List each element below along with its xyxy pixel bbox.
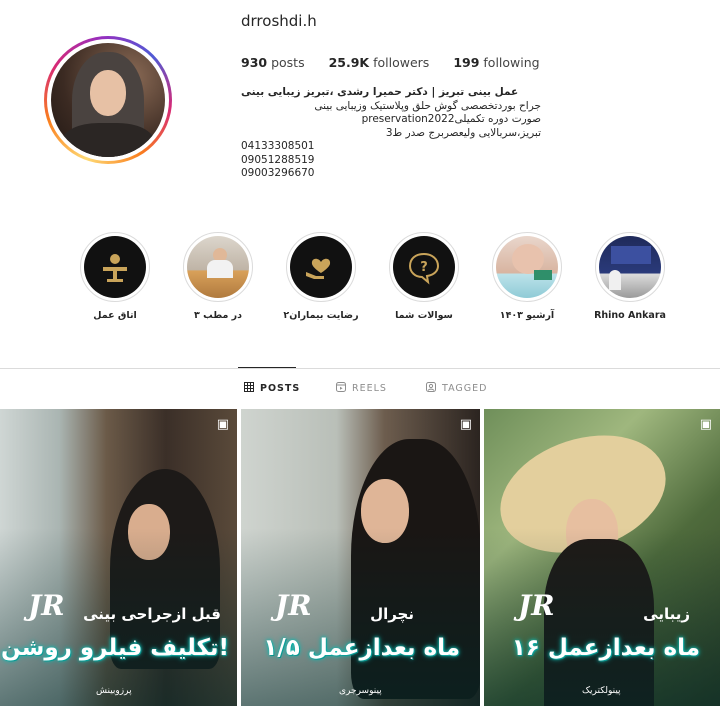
- following-stat[interactable]: 199 following: [453, 55, 539, 70]
- highlight-ring[interactable]: [183, 232, 253, 302]
- bio-name: عمل بینی تبریز | دکتر حمیرا رشدی ،تبریز …: [241, 86, 519, 98]
- highlight-label: اتاق عمل: [93, 310, 137, 321]
- profile-stats: 930 posts 25.9K followers 199 following: [241, 55, 564, 70]
- reel-icon: ▣: [216, 417, 229, 432]
- followers-stat[interactable]: 25.9K followers: [329, 55, 430, 70]
- post-tile[interactable]: ▣ JR قبل ازجراحی بینی تکلیف فیلرو روشن ک…: [0, 409, 237, 706]
- highlight-ring[interactable]: [80, 232, 150, 302]
- post-caption-footer: پرزوبینش: [96, 686, 132, 696]
- reel-icon: ▣: [699, 417, 712, 432]
- highlight-label: رضایت بیماران۲: [283, 310, 359, 321]
- post-tile[interactable]: ▣ JR نچرال ۱/۵ ماه بعدازعمل پینوسرجری: [241, 409, 480, 706]
- highlight-item[interactable]: آرشیو ۱۴۰۳: [482, 232, 572, 321]
- grid-icon: [244, 382, 254, 395]
- highlight-label: Rhino Ankara: [594, 310, 666, 321]
- highlight-item[interactable]: در مطب ۳: [173, 232, 263, 321]
- story-highlights: اتاق عمل در مطب ۳ رضایت بیماران۲ ? سوالا…: [0, 232, 720, 332]
- post-caption-small: قبل ازجراحی بینی: [83, 605, 221, 623]
- highlight-item[interactable]: رضایت بیماران۲: [276, 232, 366, 321]
- following-label[interactable]: following: [483, 55, 539, 70]
- active-tab-indicator: [238, 367, 296, 368]
- posts-count: 930: [241, 55, 268, 70]
- posts-stat: 930 posts: [241, 55, 305, 70]
- archive-photo: [496, 236, 558, 298]
- highlight-ring[interactable]: [286, 232, 356, 302]
- posts-label: posts: [271, 55, 305, 70]
- tab-posts[interactable]: POSTS: [244, 382, 300, 395]
- post-caption-small: نچرال: [370, 605, 414, 623]
- profile-tabs: POSTS REELS TAGGED: [0, 382, 720, 398]
- heart-hands-icon: [290, 236, 352, 298]
- post-tile[interactable]: ▣ JR زیبایی ۱۶ ماه بعدازعمل پینولکتریک: [484, 409, 720, 706]
- highlight-ring[interactable]: ?: [389, 232, 459, 302]
- highlight-label: سوالات شما: [395, 310, 453, 321]
- archive-label-shape: [534, 270, 552, 280]
- bio-phone: 09051288519: [241, 153, 315, 166]
- followers-label[interactable]: followers: [373, 55, 429, 70]
- highlight-label: آرشیو ۱۴۰۳: [499, 310, 555, 321]
- tab-tagged-label[interactable]: TAGGED: [442, 383, 487, 394]
- post-caption-big: تکلیف فیلرو روشن کن!: [0, 635, 229, 661]
- clinic-monogram-logo: JR: [28, 589, 65, 622]
- bio-phone: 04133308501: [241, 140, 315, 152]
- bio-line: جراح بوردتخصصی گوش حلق وپلاستیک وزیبایی …: [314, 99, 541, 112]
- conference-screen-shape: [611, 246, 651, 264]
- tabs-divider: [0, 368, 720, 369]
- post-caption-big: ۱/۵ ماه بعدازعمل: [263, 635, 460, 661]
- highlight-item[interactable]: ? سوالات شما: [379, 232, 469, 321]
- bio-line: تبریز،سربالایی ولیعصربرج صدر ط3: [385, 126, 541, 139]
- clinic-body-shape: [207, 260, 233, 278]
- svg-text:?: ?: [420, 260, 428, 275]
- post-caption-footer: پینولکتریک: [582, 686, 621, 696]
- profile-avatar-ring[interactable]: [44, 36, 172, 164]
- profile-username: drroshdi.h: [241, 12, 317, 30]
- highlight-ring[interactable]: [595, 232, 665, 302]
- post-caption-small: زیبایی: [643, 605, 690, 623]
- post-caption-big: ۱۶ ماه بعدازعمل: [511, 635, 700, 661]
- clinic-monogram-logo: JR: [518, 589, 555, 622]
- tab-reels[interactable]: REELS: [336, 382, 387, 395]
- highlight-ring[interactable]: [492, 232, 562, 302]
- avatar-inner: [47, 39, 169, 161]
- bio-phone: 09003296670: [241, 167, 315, 179]
- highlight-label: در مطب ۳: [194, 310, 242, 321]
- clinic-monogram-logo: JR: [275, 589, 312, 622]
- tab-reels-label[interactable]: REELS: [352, 383, 387, 394]
- profile-bio: عمل بینی تبریز | دکتر حمیرا رشدی ،تبریز …: [241, 86, 541, 181]
- reel-icon: ▣: [459, 417, 472, 432]
- following-count[interactable]: 199: [453, 55, 479, 70]
- question-bubble-icon: ?: [393, 236, 455, 298]
- followers-count[interactable]: 25.9K: [329, 55, 370, 70]
- conference-photo: [599, 236, 661, 298]
- conference-person-shape: [609, 270, 621, 290]
- post-caption-footer: پینوسرجری: [339, 686, 382, 696]
- clinic-photo: [187, 236, 249, 298]
- highlight-item[interactable]: Rhino Ankara: [585, 232, 675, 321]
- tab-posts-label[interactable]: POSTS: [260, 383, 300, 394]
- surgery-table-icon: [84, 236, 146, 298]
- tab-tagged[interactable]: TAGGED: [426, 382, 487, 395]
- bio-line: صورت دوره تکمیلیpreservation2022: [361, 113, 541, 125]
- avatar-face-shape: [89, 70, 127, 116]
- profile-avatar[interactable]: [51, 43, 165, 157]
- reels-icon: [336, 382, 346, 395]
- tagged-icon: [426, 382, 436, 395]
- highlight-item[interactable]: اتاق عمل: [70, 232, 160, 321]
- avatar-coat-shape: [62, 122, 154, 157]
